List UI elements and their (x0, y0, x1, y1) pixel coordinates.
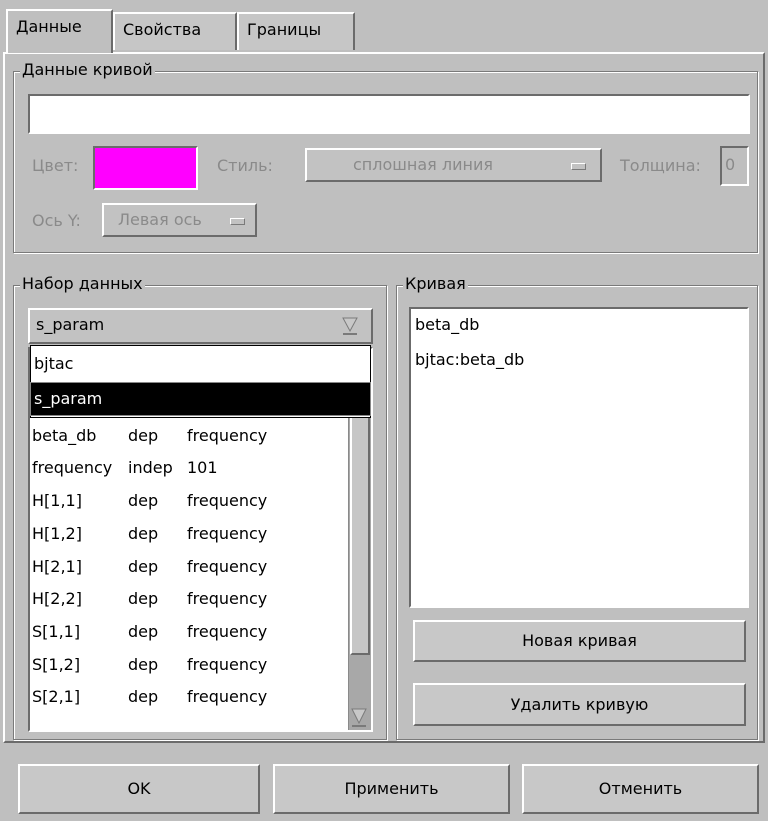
variable-dependency-cell: frequency (187, 621, 268, 641)
dataset-title: Набор данных (20, 274, 145, 293)
scroll-down-icon[interactable] (350, 706, 368, 728)
dropdown-option-bjtac[interactable]: bjtac (31, 348, 370, 380)
variable-name-cell: H[1,1] (32, 491, 82, 511)
dataset-selected: s_param (36, 315, 105, 334)
variable-dependency-cell: frequency (187, 654, 268, 674)
variable-dependency-cell: frequency (187, 589, 268, 609)
variable-type-cell: dep (128, 589, 159, 609)
variable-dependency-cell: frequency (187, 523, 268, 543)
y-axis-dropdown-icon (230, 218, 245, 225)
dataset-combo[interactable]: s_param (28, 308, 373, 344)
dataset-dropdown: bjtac s_param (30, 345, 371, 418)
variable-name-cell: H[2,2] (32, 589, 82, 609)
color-swatch[interactable] (93, 146, 198, 190)
variable-type-cell: dep (128, 491, 159, 511)
variable-name-cell: S[2,1] (32, 687, 81, 707)
new-curve-button[interactable]: Новая кривая (413, 620, 746, 662)
variable-type-cell: indep (128, 458, 173, 478)
variable-name-cell: frequency (32, 458, 113, 478)
apply-button[interactable]: Применить (273, 764, 510, 814)
style-dropdown-icon (571, 163, 586, 170)
curve-list-item[interactable]: bjtac:beta_db (415, 350, 524, 369)
variable-type-cell: dep (128, 654, 159, 674)
variable-name-cell: H[1,2] (32, 523, 82, 543)
variable-name-cell: beta_db (32, 425, 97, 445)
delete-curve-button[interactable]: Удалить кривую (413, 683, 746, 726)
variable-type-cell: dep (128, 621, 159, 641)
tab-data-label: Данные (16, 17, 82, 36)
tab-data[interactable]: Данные (6, 9, 113, 53)
thickness-input[interactable]: 0 (720, 146, 749, 186)
curve-data-title: Данные кривой (20, 60, 155, 79)
color-label: Цвет: (32, 156, 79, 175)
y-axis-select[interactable]: Левая ось (102, 203, 257, 237)
dropdown-option-s-param[interactable]: s_param (30, 382, 371, 416)
variable-name-cell: S[1,1] (32, 621, 81, 641)
variable-type-cell: dep (128, 687, 159, 707)
variable-dependency-cell: frequency (187, 491, 268, 511)
curve-title: Кривая (403, 274, 468, 293)
thickness-value: 0 (725, 155, 736, 174)
variable-name-cell: H[2,1] (32, 556, 82, 576)
style-select[interactable]: сплошная линия (305, 148, 602, 182)
variable-type-cell: dep (128, 523, 159, 543)
curve-list[interactable]: beta_db bjtac:beta_db (409, 307, 749, 608)
variable-dependency-cell: frequency (187, 687, 268, 707)
combo-arrow-icon (342, 317, 358, 335)
y-axis-label: Ось Y: (32, 211, 81, 230)
variable-type-cell: dep (128, 556, 159, 576)
variable-dependency-cell: 101 (187, 458, 218, 478)
variable-type-cell: dep (128, 425, 159, 445)
curve-list-item[interactable]: beta_db (415, 315, 479, 334)
tab-bounds[interactable]: Границы (237, 12, 355, 50)
variable-name-cell: S[1,2] (32, 654, 81, 674)
ok-button[interactable]: OK (18, 764, 260, 814)
tab-bounds-label: Границы (247, 20, 322, 39)
thickness-label: Толщина: (620, 156, 701, 175)
cancel-button[interactable]: Отменить (522, 764, 759, 814)
y-axis-value: Левая ось (118, 210, 202, 229)
tab-properties-label: Свойства (123, 20, 202, 39)
variable-dependency-cell: frequency (187, 425, 268, 445)
tab-properties[interactable]: Свойства (113, 12, 237, 50)
style-label: Стиль: (217, 156, 273, 175)
style-value: сплошная линия (353, 155, 493, 174)
curve-name-input[interactable] (28, 94, 750, 134)
variable-dependency-cell: frequency (187, 556, 268, 576)
